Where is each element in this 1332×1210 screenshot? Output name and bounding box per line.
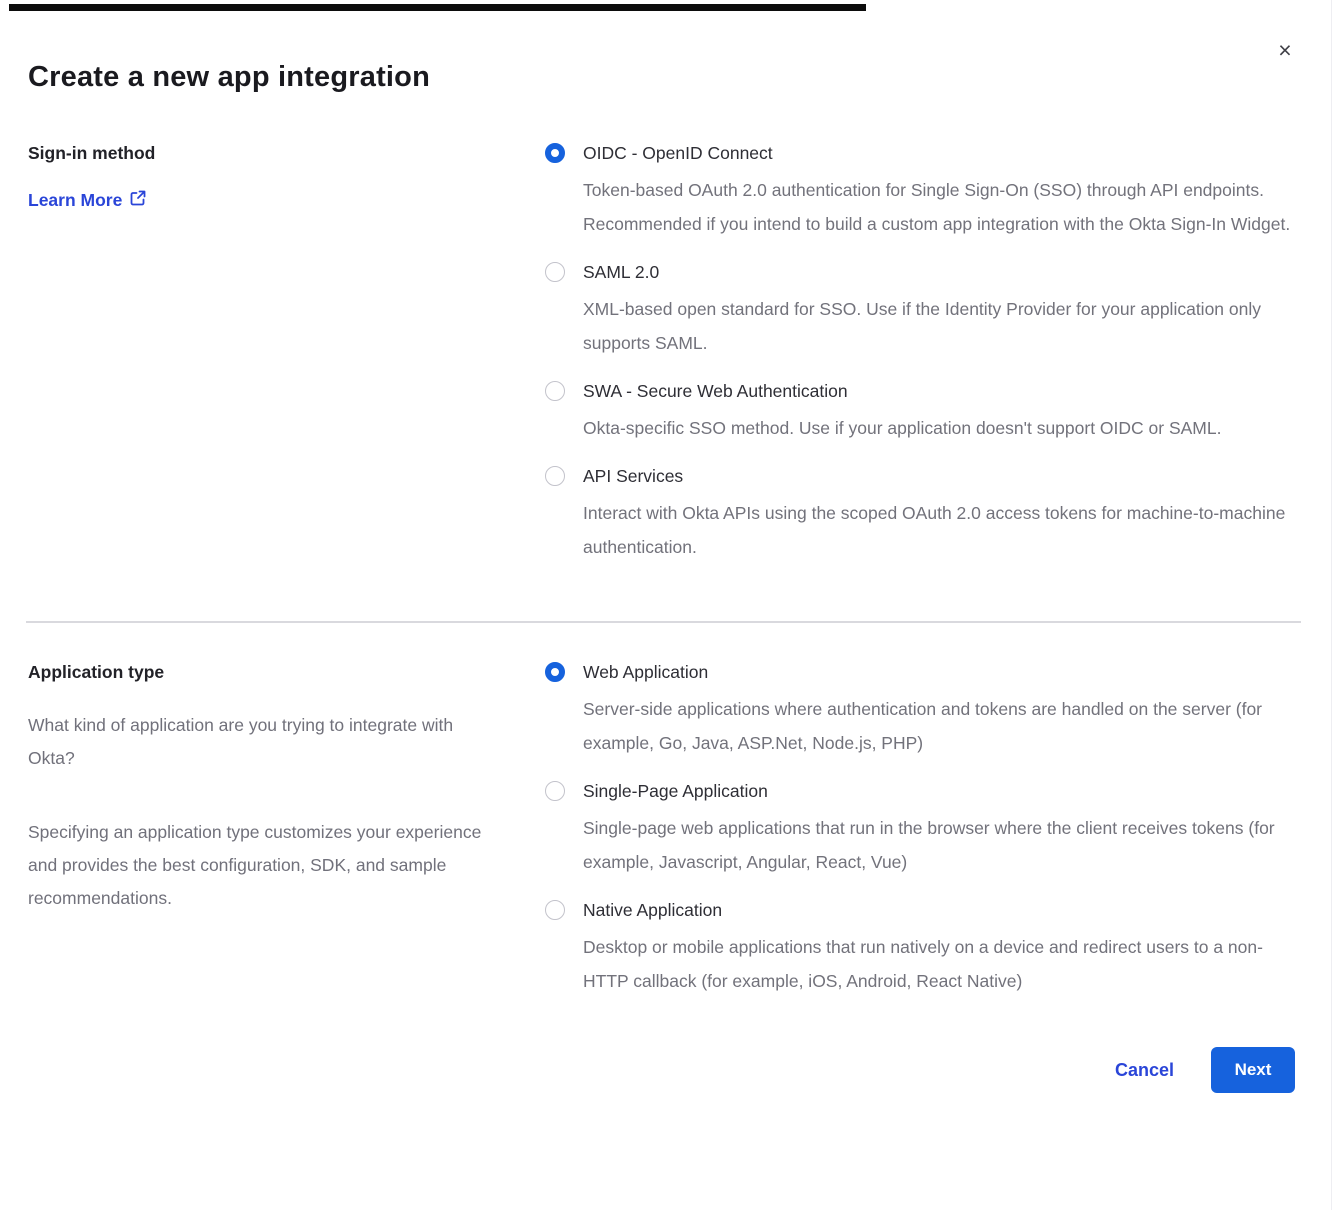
radio-option[interactable]: Native Application Desktop or mobile app… <box>545 898 1295 998</box>
radio-option[interactable]: OIDC - OpenID Connect Token-based OAuth … <box>545 141 1295 241</box>
radio-option-description: Server-side applications where authentic… <box>583 692 1295 760</box>
radio-option-label: SAML 2.0 <box>583 260 1295 284</box>
sign-in-method-section: Sign-in method Learn More OIDC - OpenID … <box>0 141 1331 564</box>
sign-in-method-options: OIDC - OpenID Connect Token-based OAuth … <box>545 141 1295 564</box>
radio-option-label: OIDC - OpenID Connect <box>583 141 1295 165</box>
application-type-question: What kind of application are you trying … <box>28 709 500 775</box>
application-type-left-column: Application type What kind of applicatio… <box>28 660 545 998</box>
cancel-button[interactable]: Cancel <box>1115 1060 1174 1081</box>
radio-option-description: Single-page web applications that run in… <box>583 811 1295 879</box>
radio-option-description: Token-based OAuth 2.0 authentication for… <box>583 173 1295 241</box>
dialog-footer: Cancel Next <box>0 1047 1331 1093</box>
radio-option-description: Interact with Okta APIs using the scoped… <box>583 496 1295 564</box>
sign-in-method-left-column: Sign-in method Learn More <box>28 141 545 564</box>
radio-option-description: Desktop or mobile applications that run … <box>583 930 1295 998</box>
learn-more-link[interactable]: Learn More <box>28 190 146 211</box>
radio-option[interactable]: SWA - Secure Web Authentication Okta-spe… <box>545 379 1295 445</box>
section-divider <box>26 621 1301 623</box>
radio-option-label: Web Application <box>583 660 1295 684</box>
radio-icon[interactable] <box>545 662 565 682</box>
radio-option[interactable]: SAML 2.0 XML-based open standard for SSO… <box>545 260 1295 360</box>
next-button[interactable]: Next <box>1211 1047 1295 1093</box>
radio-option-description: XML-based open standard for SSO. Use if … <box>583 292 1295 360</box>
radio-option[interactable]: Web Application Server-side applications… <box>545 660 1295 760</box>
learn-more-label: Learn More <box>28 190 122 211</box>
radio-option-description: Okta-specific SSO method. Use if your ap… <box>583 411 1221 445</box>
close-button[interactable]: × <box>1271 36 1299 64</box>
radio-option-label: Single-Page Application <box>583 779 1295 803</box>
application-type-note: Specifying an application type customize… <box>28 816 500 915</box>
application-type-heading: Application type <box>28 660 505 684</box>
radio-option-label: Native Application <box>583 898 1295 922</box>
application-type-section: Application type What kind of applicatio… <box>0 660 1331 998</box>
top-artifact-bar <box>9 4 866 11</box>
radio-option[interactable]: Single-Page Application Single-page web … <box>545 779 1295 879</box>
close-icon: × <box>1278 37 1291 63</box>
create-app-integration-dialog: × Create a new app integration Sign-in m… <box>0 0 1332 1210</box>
radio-option[interactable]: API Services Interact with Okta APIs usi… <box>545 464 1295 564</box>
dialog-title: Create a new app integration <box>0 0 1331 96</box>
radio-icon[interactable] <box>545 466 565 486</box>
external-link-icon <box>130 190 146 211</box>
radio-icon[interactable] <box>545 781 565 801</box>
radio-option-label: SWA - Secure Web Authentication <box>583 379 1221 403</box>
application-type-options: Web Application Server-side applications… <box>545 660 1295 998</box>
radio-option-label: API Services <box>583 464 1295 488</box>
radio-icon[interactable] <box>545 900 565 920</box>
radio-icon[interactable] <box>545 262 565 282</box>
radio-icon[interactable] <box>545 143 565 163</box>
radio-icon[interactable] <box>545 381 565 401</box>
sign-in-method-heading: Sign-in method <box>28 141 505 165</box>
